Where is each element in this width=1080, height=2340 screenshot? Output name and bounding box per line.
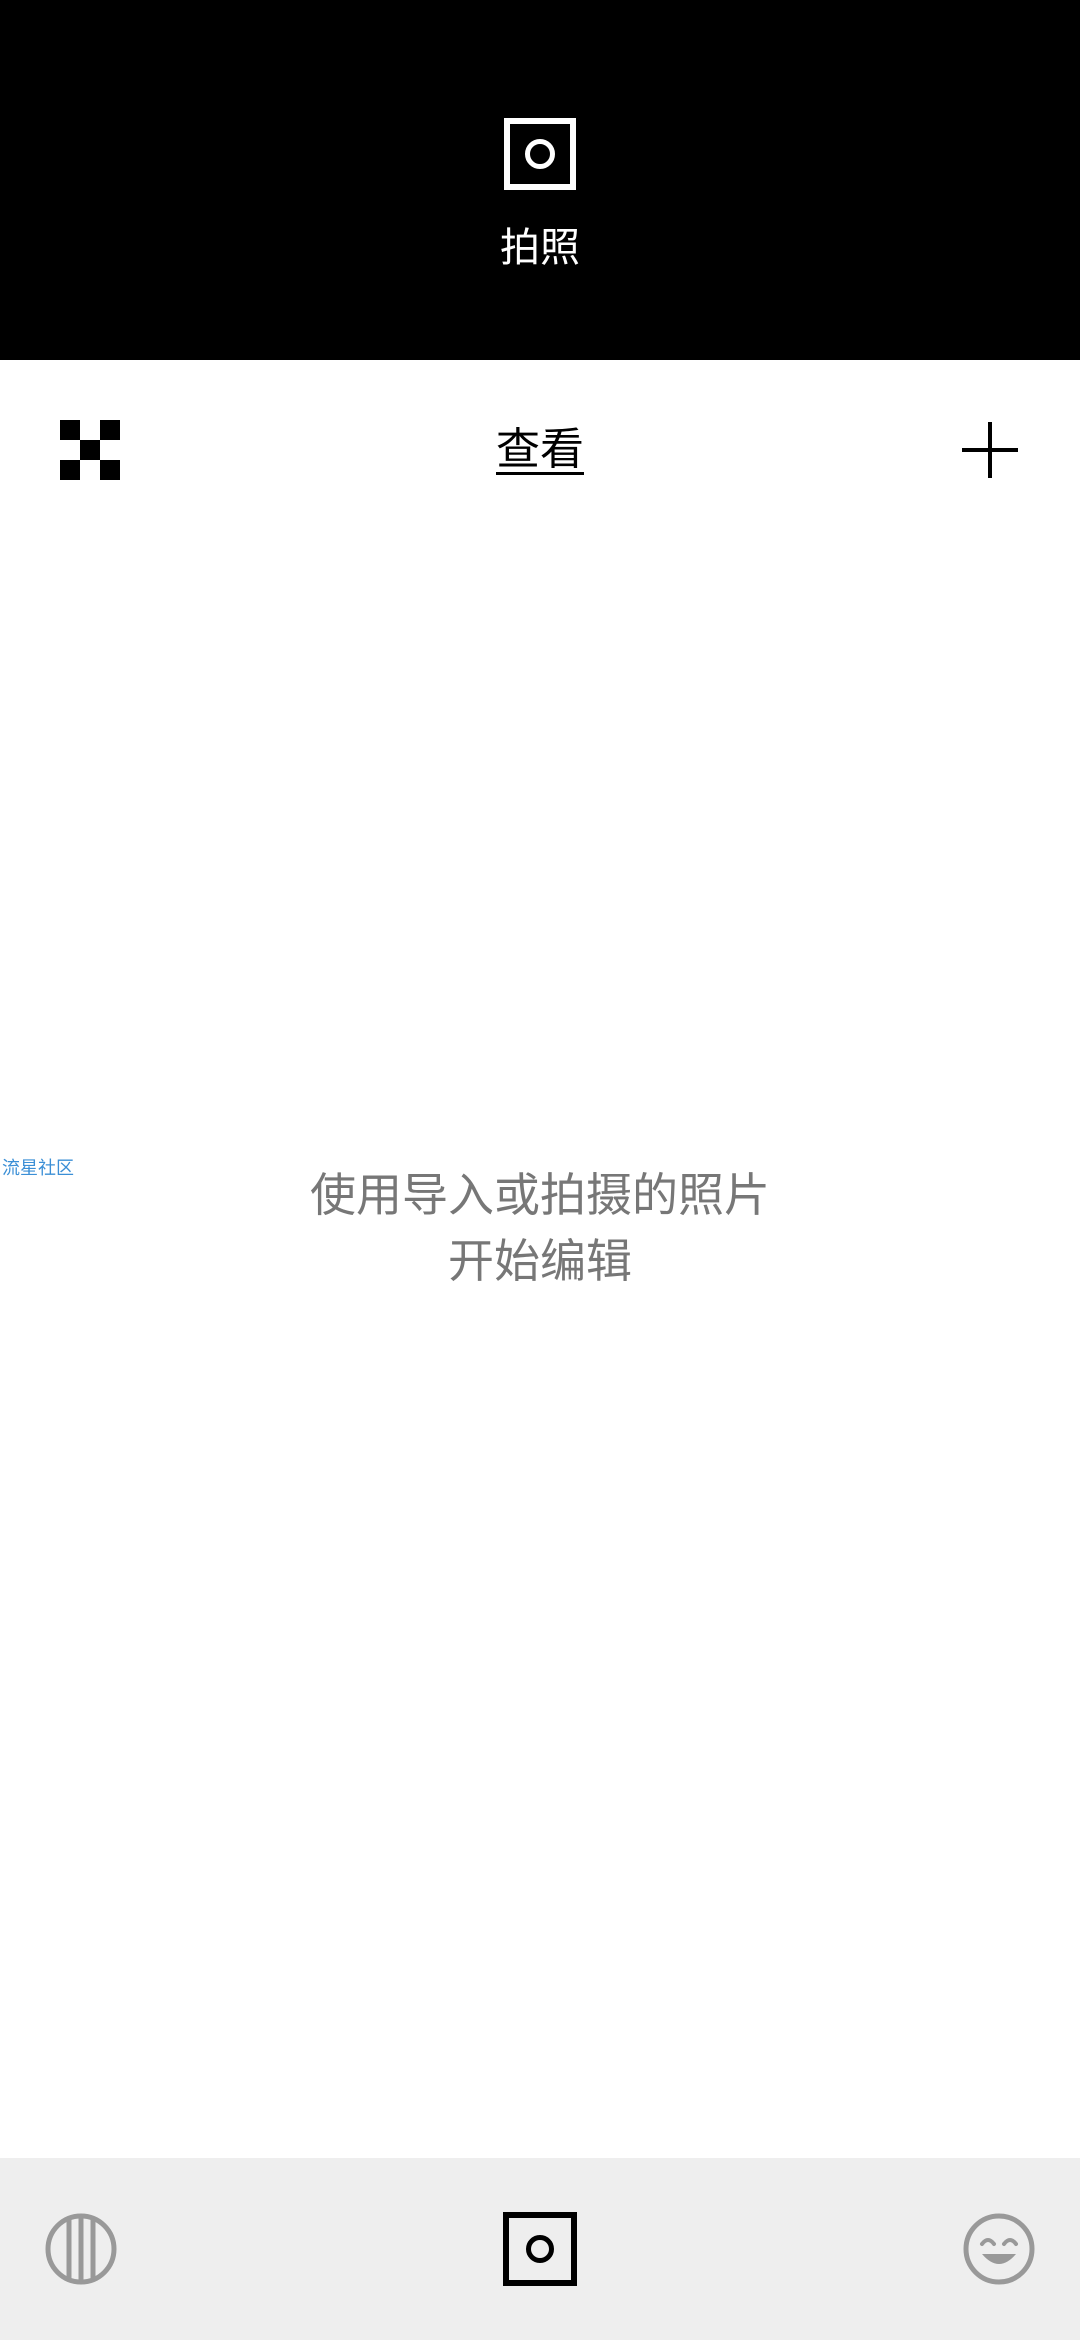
checkerboard-icon[interactable]	[60, 420, 120, 480]
empty-state-message: 使用导入或拍摄的照片 开始编辑	[0, 1162, 1080, 1294]
camera-square-icon[interactable]	[503, 2212, 577, 2286]
camera-header[interactable]: 拍照	[0, 0, 1080, 360]
smiley-face-icon[interactable]	[962, 2212, 1036, 2286]
empty-state-line-1: 使用导入或拍摄的照片	[310, 1168, 770, 1222]
empty-state-line-2: 开始编辑	[448, 1234, 632, 1288]
camera-frame	[503, 2212, 577, 2286]
plus-icon[interactable]	[962, 422, 1018, 478]
camera-lens	[525, 139, 555, 169]
bottom-nav	[0, 2158, 1080, 2340]
camera-lens	[526, 2235, 554, 2263]
view-title[interactable]: 查看	[390, 422, 690, 478]
top-toolbar: 查看	[0, 360, 1080, 540]
camera-label: 拍照	[500, 225, 580, 271]
camera-square-icon[interactable]	[504, 118, 576, 190]
app-screen: 拍照 查看 流星社区 使用导入或拍摄的照片 开始编辑	[0, 0, 1080, 2340]
striped-circle-icon[interactable]	[44, 2212, 118, 2286]
